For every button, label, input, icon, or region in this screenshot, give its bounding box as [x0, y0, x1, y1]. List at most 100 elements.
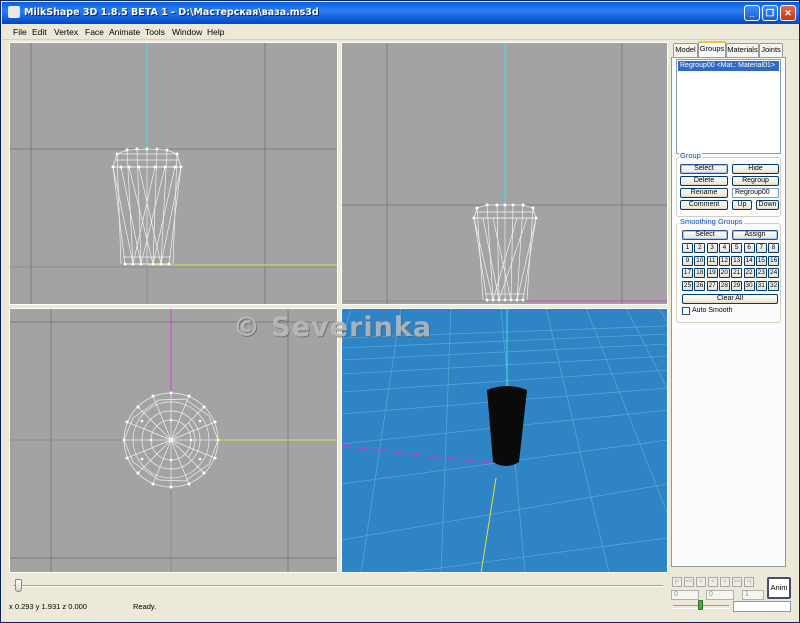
viewport-3d[interactable] — [341, 308, 668, 573]
group-list-item[interactable]: Regroup00 <Mat.: Material01> — [678, 61, 779, 71]
close-icon: ✕ — [784, 8, 792, 18]
smoothing-group-button[interactable]: 13 — [731, 255, 743, 266]
menu-edit[interactable]: Edit — [32, 27, 47, 37]
close-button[interactable]: ✕ — [780, 5, 796, 21]
tab-materials[interactable]: Materials — [726, 43, 759, 57]
group-comment-button[interactable]: Comment — [680, 200, 728, 210]
smoothing-group-button[interactable]: 23 — [755, 268, 767, 278]
viewport-side-canvas — [341, 42, 668, 305]
smoothing-group-button[interactable]: 17 — [682, 268, 693, 278]
group-legend: Group — [679, 151, 702, 160]
smoothing-group-button[interactable]: 24 — [768, 268, 780, 278]
smoothing-group-button[interactable]: 15 — [755, 255, 767, 266]
smoothing-group-button[interactable]: 5 — [731, 243, 743, 253]
menu-file[interactable]: File — [13, 27, 27, 37]
smoothing-group-button[interactable]: 28 — [718, 280, 730, 291]
tab-model[interactable]: Model — [673, 43, 698, 57]
smoothing-group-button[interactable]: 32 — [768, 280, 780, 291]
smoothing-assign-button[interactable]: Assign — [732, 230, 778, 240]
group-up-button[interactable]: Up — [732, 200, 752, 210]
smoothing-group-button[interactable]: 21 — [731, 268, 743, 278]
prev-key-button[interactable]: << — [684, 577, 694, 587]
smoothing-group-button[interactable]: 14 — [743, 255, 755, 266]
group-name-input[interactable]: Regroup00 — [732, 188, 779, 198]
watermark-text: © Severinka — [233, 312, 433, 343]
menu-animate[interactable]: Animate — [109, 27, 140, 37]
timeline-track — [13, 585, 663, 587]
group-hide-button[interactable]: Hide — [732, 164, 779, 174]
tab-joints[interactable]: Joints — [759, 43, 783, 57]
smoothing-group-button[interactable]: 27 — [706, 280, 718, 291]
smoothing-group-button[interactable]: 22 — [743, 268, 755, 278]
group-rename-button[interactable]: Rename — [680, 188, 728, 198]
menu-bar: File Edit Vertex Face Animate Tools Wind… — [2, 24, 799, 40]
viewport-top[interactable] — [9, 308, 338, 573]
minimize-button[interactable]: _ — [744, 5, 760, 21]
smoothing-group-button[interactable]: 30 — [743, 280, 755, 291]
menu-help[interactable]: Help — [207, 27, 224, 37]
milkshape-window: MilkShape 3D 1.8.5 BETA 1 - D:\Мастерска… — [0, 0, 800, 623]
smoothing-group-button[interactable]: 4 — [718, 243, 730, 253]
viewport-top-canvas — [9, 308, 338, 573]
cursor-coordinates: x 0.293 y 1.931 z 0.000 — [9, 602, 87, 611]
smoothing-group-button[interactable]: 26 — [694, 280, 706, 291]
smoothing-group-button[interactable]: 18 — [694, 268, 706, 278]
maximize-button[interactable]: ❐ — [762, 5, 778, 21]
smoothing-group-button[interactable]: 16 — [768, 255, 780, 266]
smoothing-group-button[interactable]: 9 — [682, 255, 693, 266]
group-list[interactable]: Regroup00 <Mat.: Material01> — [676, 59, 781, 154]
group-delete-button[interactable]: Delete — [680, 176, 728, 186]
smoothing-group-button[interactable]: 3 — [706, 243, 718, 253]
viewport-front-canvas — [9, 42, 338, 305]
last-frame-button[interactable]: >| — [744, 577, 754, 587]
auto-smooth-checkbox[interactable] — [682, 307, 690, 315]
menu-window[interactable]: Window — [172, 27, 202, 37]
smoothing-clear-all-button[interactable]: Clear All — [682, 294, 778, 304]
smoothing-group-button[interactable]: 6 — [743, 243, 755, 253]
viewport-3d-canvas — [341, 308, 668, 573]
smoothing-group-button[interactable]: 25 — [682, 280, 693, 291]
auto-smooth-label: Auto Smooth — [692, 307, 733, 314]
milkshape-app-icon — [8, 6, 20, 18]
smoothing-group-button[interactable]: 31 — [755, 280, 767, 291]
smoothing-group-button[interactable]: 8 — [768, 243, 780, 253]
viewport-side[interactable] — [341, 42, 668, 305]
first-frame-button[interactable]: |< — [672, 577, 682, 587]
menu-vertex[interactable]: Vertex — [54, 27, 78, 37]
play-back-button[interactable]: < — [708, 577, 718, 587]
window-title: MilkShape 3D 1.8.5 BETA 1 - D:\Мастерска… — [24, 7, 319, 18]
playback-speed-thumb[interactable] — [698, 600, 703, 610]
smoothing-select-button[interactable]: Select — [682, 230, 728, 240]
smoothing-group-button[interactable]: 10 — [694, 255, 706, 266]
tab-groups[interactable]: Groups — [698, 41, 726, 57]
smoothing-group-button[interactable]: 11 — [706, 255, 718, 266]
smoothing-group-button[interactable]: 12 — [718, 255, 730, 266]
playback-speed-field[interactable] — [733, 601, 791, 612]
next-key-button[interactable]: >> — [732, 577, 742, 587]
viewport-front[interactable] — [9, 42, 338, 305]
animation-timeline[interactable] — [9, 576, 664, 594]
smoothing-group-button[interactable]: 2 — [694, 243, 706, 253]
group-down-button[interactable]: Down — [756, 200, 779, 210]
menu-tools[interactable]: Tools — [145, 27, 165, 37]
title-bar[interactable]: MilkShape 3D 1.8.5 BETA 1 - D:\Мастерска… — [2, 2, 799, 24]
minimize-icon: _ — [749, 8, 755, 18]
anim-button[interactable]: Anim — [767, 577, 791, 599]
smoothing-group-button[interactable]: 1 — [682, 243, 693, 253]
group-select-button[interactable]: Select — [680, 164, 728, 174]
timeline-thumb[interactable] — [15, 579, 22, 592]
prev-frame-button[interactable]: < — [696, 577, 706, 587]
status-bar: x 0.293 y 1.931 z 0.000 Ready. — [2, 599, 799, 623]
vase-wireframe-front — [112, 148, 182, 265]
maximize-icon: ❐ — [765, 8, 775, 18]
groups-panel: Model Groups Materials Joints Regroup00 … — [671, 41, 786, 571]
smoothing-group-button[interactable]: 7 — [755, 243, 767, 253]
smoothing-group-button[interactable]: 19 — [706, 268, 718, 278]
group-regroup-button[interactable]: Regroup — [732, 176, 779, 186]
status-message: Ready. — [133, 602, 157, 611]
menu-face[interactable]: Face — [85, 27, 104, 37]
smoothing-group-button[interactable]: 20 — [718, 268, 730, 278]
vase-solid — [487, 386, 527, 466]
smoothing-group-button[interactable]: 29 — [731, 280, 743, 291]
play-button[interactable]: > — [720, 577, 730, 587]
